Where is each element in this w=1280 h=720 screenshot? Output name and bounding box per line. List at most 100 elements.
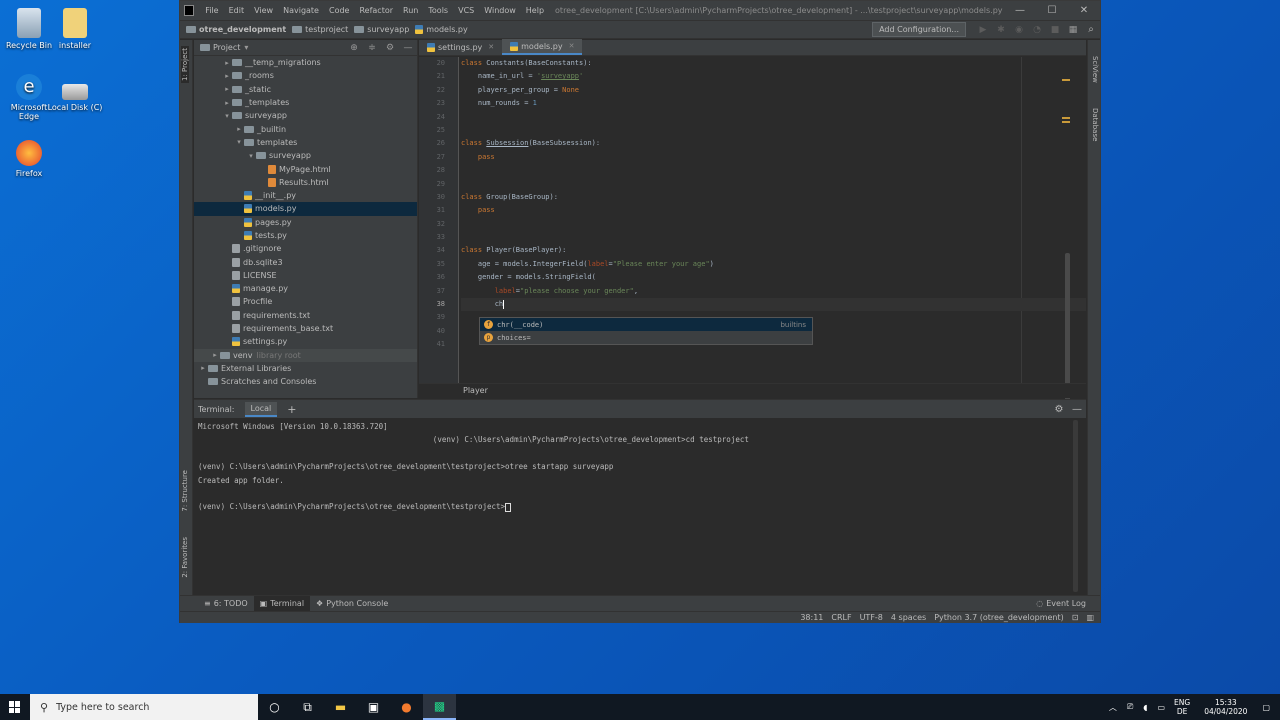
- local-disk-icon[interactable]: Local Disk (C): [46, 84, 104, 112]
- tree-item[interactable]: ▸ _rooms: [194, 69, 417, 82]
- menu-help[interactable]: Help: [521, 6, 549, 15]
- chevron-right-icon[interactable]: ▸: [198, 364, 208, 372]
- installer-icon[interactable]: installer: [46, 8, 104, 50]
- tree-item[interactable]: pages.py: [194, 216, 417, 229]
- tree-item[interactable]: ▸ __temp_migrations: [194, 56, 417, 69]
- menu-navigate[interactable]: Navigate: [278, 6, 324, 15]
- hide-icon[interactable]: —: [399, 43, 417, 53]
- tab-database[interactable]: Database: [1091, 108, 1099, 141]
- chevron-right-icon[interactable]: ▸: [222, 59, 232, 67]
- menu-edit[interactable]: Edit: [224, 6, 250, 15]
- store-icon[interactable]: ▣: [357, 694, 390, 720]
- collapse-all-icon[interactable]: ≑: [363, 43, 381, 53]
- tree-item[interactable]: requirements_base.txt: [194, 322, 417, 335]
- project-panel-title[interactable]: Project: [213, 43, 240, 52]
- menu-code[interactable]: Code: [324, 6, 354, 15]
- menu-tools[interactable]: Tools: [423, 6, 453, 15]
- coverage-icon[interactable]: ◉: [1010, 25, 1028, 35]
- taskbar-search[interactable]: ⚲ Type here to search: [30, 694, 258, 720]
- tree-item[interactable]: requirements.txt: [194, 309, 417, 322]
- gear-icon[interactable]: ⚙: [381, 43, 399, 53]
- debug-icon[interactable]: ✱: [992, 25, 1010, 35]
- close-tab-icon[interactable]: ✕: [488, 43, 494, 51]
- tree-item[interactable]: ▸ venv library root: [194, 348, 417, 362]
- tab-settings-py[interactable]: settings.py ✕: [419, 39, 502, 55]
- completion-item[interactable]: f chr(__code) builtins: [480, 318, 812, 331]
- notification-icon[interactable]: ▢: [1262, 703, 1270, 712]
- tab-models-py[interactable]: models.py ✕: [502, 39, 583, 55]
- minimize-button[interactable]: —: [1004, 5, 1036, 16]
- trash-icon[interactable]: ▥: [1086, 613, 1094, 622]
- maximize-button[interactable]: ☐: [1036, 5, 1068, 16]
- tree-item[interactable]: __init__.py: [194, 189, 417, 202]
- line-separator[interactable]: CRLF: [831, 613, 851, 622]
- chevron-up-icon[interactable]: ︿: [1109, 702, 1117, 713]
- crumb-testproject[interactable]: testproject: [292, 25, 348, 34]
- tree-item[interactable]: .gitignore: [194, 242, 417, 255]
- firefox-icon[interactable]: Firefox: [0, 140, 58, 178]
- start-button[interactable]: [0, 694, 30, 720]
- chevron-down-icon[interactable]: ▾: [234, 138, 244, 146]
- tree-item[interactable]: Procfile: [194, 295, 417, 308]
- menu-vcs[interactable]: VCS: [453, 6, 479, 15]
- input-language[interactable]: ENG DE: [1174, 698, 1190, 716]
- tool-todo[interactable]: ≡ 6: TODO: [198, 596, 254, 612]
- menu-file[interactable]: File: [200, 6, 223, 15]
- warning-marker[interactable]: [1062, 121, 1070, 123]
- tree-item[interactable]: ▸ _templates: [194, 96, 417, 109]
- search-icon[interactable]: ⌕: [1082, 24, 1100, 35]
- chevron-down-icon[interactable]: ▾: [246, 152, 256, 160]
- terminal-output[interactable]: Microsoft Windows [Version 10.0.18363.72…: [194, 418, 1086, 516]
- menu-view[interactable]: View: [249, 6, 278, 15]
- warning-marker[interactable]: [1062, 117, 1070, 119]
- pycharm-taskbar-icon[interactable]: ▩: [423, 694, 456, 720]
- new-terminal-icon[interactable]: +: [287, 403, 296, 416]
- locate-icon[interactable]: ⊕: [345, 43, 363, 53]
- warning-marker[interactable]: [1062, 79, 1070, 81]
- chevron-right-icon[interactable]: ▸: [222, 72, 232, 80]
- editor-breadcrumb[interactable]: Player: [419, 383, 1086, 398]
- completion-item[interactable]: p choices=: [480, 331, 812, 344]
- crumb-models[interactable]: models.py: [415, 25, 468, 34]
- tool-terminal[interactable]: ▣ Terminal: [253, 595, 311, 612]
- crumb-project[interactable]: otree_development: [186, 25, 286, 34]
- firefox-taskbar-icon[interactable]: ●: [390, 694, 423, 720]
- tree-item[interactable]: Results.html: [194, 176, 417, 189]
- event-log-button[interactable]: ◌ Event Log: [1030, 596, 1092, 612]
- caret-position[interactable]: 38:11: [800, 613, 823, 622]
- chevron-right-icon[interactable]: ▸: [210, 351, 220, 359]
- close-tab-icon[interactable]: ✕: [569, 42, 575, 50]
- power-icon[interactable]: ▭: [1157, 703, 1165, 712]
- tab-favorites-tool[interactable]: 2: Favorites: [181, 537, 189, 578]
- sound-icon[interactable]: ◖: [1143, 703, 1147, 712]
- close-button[interactable]: ✕: [1068, 5, 1100, 16]
- tab-project-tool[interactable]: 1: Project: [181, 46, 189, 83]
- tree-item[interactable]: settings.py: [194, 335, 417, 348]
- hide-icon[interactable]: —: [1068, 404, 1086, 415]
- file-explorer-icon[interactable]: ▬: [324, 694, 357, 720]
- cortana-icon[interactable]: ○: [258, 694, 291, 720]
- tree-item[interactable]: ▸ _builtin: [194, 122, 417, 135]
- stop-icon[interactable]: ■: [1046, 25, 1064, 35]
- tree-item[interactable]: ▸ _static: [194, 83, 417, 96]
- tree-item[interactable]: db.sqlite3: [194, 255, 417, 268]
- file-encoding[interactable]: UTF-8: [860, 613, 883, 622]
- chevron-down-icon[interactable]: ▾: [222, 112, 232, 120]
- task-view-icon[interactable]: ⧉: [291, 694, 324, 720]
- profile-icon[interactable]: ◔: [1028, 25, 1046, 35]
- python-interpreter[interactable]: Python 3.7 (otree_development): [934, 613, 1064, 622]
- tree-item[interactable]: ▾ surveyapp: [194, 109, 417, 122]
- tree-item[interactable]: ▸ External Libraries: [194, 362, 417, 375]
- chevron-right-icon[interactable]: ▸: [222, 85, 232, 93]
- tree-item[interactable]: manage.py: [194, 282, 417, 295]
- code-area[interactable]: class Constants(BaseConstants): name_in_…: [461, 57, 1086, 352]
- menu-refactor[interactable]: Refactor: [354, 6, 398, 15]
- chevron-right-icon[interactable]: ▸: [222, 99, 232, 107]
- crumb-surveyapp[interactable]: surveyapp: [354, 25, 409, 34]
- project-structure-icon[interactable]: ▦: [1064, 25, 1082, 35]
- tool-python-console[interactable]: ❖ Python Console: [310, 596, 394, 612]
- chevron-right-icon[interactable]: ▸: [234, 125, 244, 133]
- tree-item[interactable]: ▾ templates: [194, 136, 417, 149]
- clock[interactable]: 15:33 04/04/2020: [1204, 698, 1247, 716]
- lock-icon[interactable]: ⊡: [1072, 613, 1079, 622]
